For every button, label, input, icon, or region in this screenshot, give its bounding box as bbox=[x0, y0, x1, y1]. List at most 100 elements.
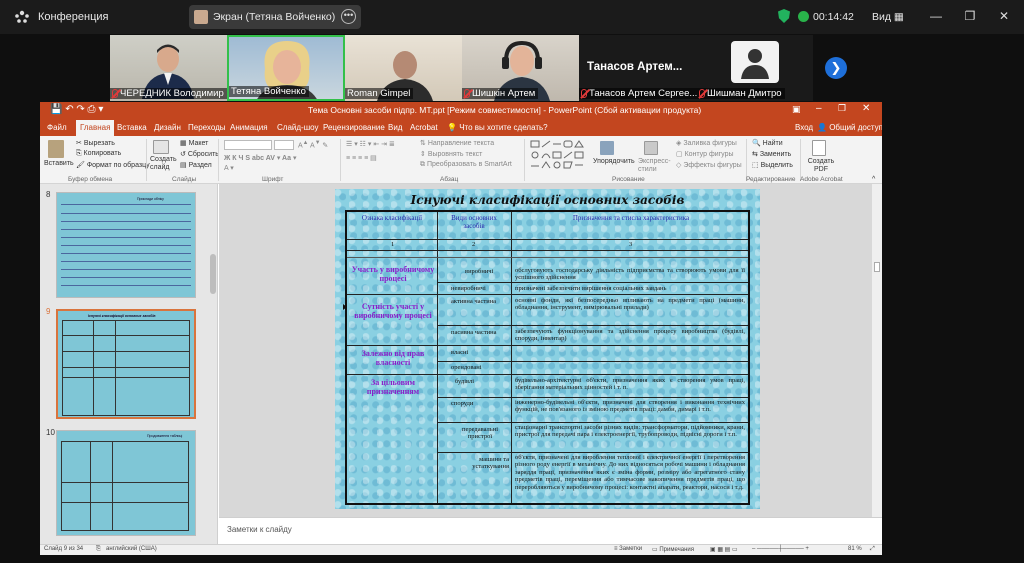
layout-button[interactable]: ▦ Макет bbox=[180, 139, 208, 147]
video-tile[interactable]: Roman Gimpel bbox=[345, 35, 462, 101]
asset-description: інженерно-будівельні об'єкти, призначені… bbox=[515, 399, 745, 414]
tab-review[interactable]: Рецензирование bbox=[323, 123, 385, 132]
tab-animations[interactable]: Анимация bbox=[230, 123, 268, 132]
asset-type: пасивна частина bbox=[451, 329, 497, 336]
thumbnail-rule bbox=[61, 221, 191, 222]
tab-transitions[interactable]: Переходы bbox=[188, 123, 226, 132]
reset-button[interactable]: ↺ Сбросить bbox=[180, 150, 219, 158]
font-color-button[interactable]: A ▾ bbox=[224, 164, 234, 172]
tab-file[interactable]: Файл bbox=[47, 123, 67, 132]
paste-button[interactable]: Вставить bbox=[44, 160, 74, 167]
new-slide-icon[interactable] bbox=[153, 140, 169, 154]
participant-display-name: Танасов Артем... bbox=[587, 61, 683, 73]
spellcheck-icon[interactable]: ⎘ bbox=[96, 546, 101, 553]
zoom-slider[interactable]: – ─────┼───── + bbox=[752, 546, 809, 552]
tab-view[interactable]: Вид bbox=[388, 123, 402, 132]
close-icon[interactable]: ✕ bbox=[996, 8, 1012, 24]
separator bbox=[340, 139, 341, 181]
layout-label: Макет bbox=[188, 140, 209, 147]
video-tile[interactable]: ЧЕРЕДНИК Володимир bbox=[110, 35, 227, 101]
more-options-icon[interactable]: ••• bbox=[341, 9, 356, 24]
list-buttons[interactable]: ☰ ▾ ☷ ▾ ⇤ ⇥ ≣ bbox=[346, 140, 395, 148]
shape-effects-button[interactable]: ◇ Эффекты фигуры bbox=[676, 161, 742, 169]
share-button[interactable]: 👤 Общий доступ bbox=[817, 123, 882, 132]
table-row-line bbox=[437, 422, 748, 423]
tab-insert[interactable]: Вставка bbox=[117, 123, 147, 132]
align-text-button[interactable]: ⇕ Выровнять текст bbox=[420, 150, 482, 158]
tab-design[interactable]: Дизайн bbox=[154, 123, 181, 132]
tab-acrobat[interactable]: Acrobat bbox=[410, 123, 438, 132]
reset-label: Сбросить bbox=[187, 151, 219, 158]
text-direction-button[interactable]: ⇅ Направление текста bbox=[420, 139, 494, 147]
shape-fill-button[interactable]: ◈ Заливка фигуры bbox=[676, 139, 737, 147]
format-painter-button[interactable]: 🖌 Формат по образцу bbox=[76, 161, 150, 169]
font-name-field[interactable] bbox=[224, 140, 272, 150]
thumbnail-table bbox=[61, 441, 189, 531]
next-page-arrow-icon[interactable]: ❯ bbox=[825, 57, 847, 79]
zoom-level[interactable]: 81 % bbox=[848, 546, 862, 552]
meeting-timer: 00:14:42 bbox=[813, 11, 854, 23]
security-shield-icon[interactable] bbox=[778, 9, 790, 23]
participant-name-text: Шишкін Артем bbox=[472, 88, 536, 99]
screen-share-indicator[interactable]: Экран (Тетяна Войченко) ••• bbox=[189, 5, 361, 29]
view-menu-button[interactable]: Вид ▦ bbox=[872, 11, 904, 23]
arrange-icon[interactable] bbox=[600, 141, 614, 155]
find-button[interactable]: 🔍 Найти bbox=[752, 139, 783, 147]
video-tile-active-speaker[interactable]: Тетяна Войченко bbox=[227, 35, 345, 101]
restore-icon[interactable]: ❐ bbox=[962, 8, 978, 24]
font-size-buttons[interactable]: A▲ A▼ ✎ bbox=[298, 140, 328, 149]
font-size-field[interactable] bbox=[274, 140, 294, 150]
language-indicator[interactable]: английский (США) bbox=[106, 546, 157, 552]
smartart-button[interactable]: ⧉ Преобразовать в SmartArt bbox=[420, 161, 512, 169]
comments-button[interactable]: ▭ Примечания bbox=[652, 546, 694, 553]
arrange-button[interactable]: Упорядочить bbox=[593, 158, 635, 165]
quick-styles-icon[interactable] bbox=[644, 141, 658, 155]
shape-outline-button[interactable]: ▢ Контур фигуры bbox=[676, 150, 734, 158]
collapse-ribbon-icon[interactable]: ^ bbox=[872, 176, 875, 183]
ppt-close-icon[interactable]: ✕ bbox=[862, 103, 870, 114]
align-buttons[interactable]: ≡ ≡ ≡ ≡ ▤ bbox=[346, 154, 377, 162]
ppt-minimize-icon[interactable]: – bbox=[816, 103, 822, 114]
current-slide[interactable]: Існуючі класифікації основних засобів Оз… bbox=[335, 189, 760, 509]
sign-in-link[interactable]: Вход bbox=[795, 123, 813, 132]
slide-thumbnail-8[interactable]: Приклади обліку bbox=[56, 192, 196, 298]
video-tile-no-video[interactable]: Шишман Дмитро bbox=[697, 35, 813, 101]
notes-pane[interactable]: Заметки к слайду bbox=[219, 517, 882, 544]
copy-button[interactable]: ⎘ Копировать bbox=[76, 150, 121, 158]
tab-home[interactable]: Главная bbox=[76, 120, 115, 136]
category-label: За цільовим призначенням bbox=[366, 378, 420, 396]
view-buttons[interactable]: ▣ ▦ ▤ ▭ bbox=[710, 546, 738, 553]
ribbon-display-options-icon[interactable]: ▣ bbox=[792, 104, 801, 115]
ppt-restore-icon[interactable]: ❐ bbox=[838, 103, 846, 114]
minimize-icon[interactable]: — bbox=[928, 8, 944, 24]
group-slides: Слайды bbox=[172, 176, 197, 183]
scroll-thumb[interactable] bbox=[874, 262, 880, 272]
create-pdf-button[interactable]: Создать PDF bbox=[806, 158, 836, 174]
replace-button[interactable]: ⇆ Заменить bbox=[752, 150, 791, 158]
tell-me-search[interactable]: 💡 Что вы хотите сделать? bbox=[447, 123, 548, 132]
tab-slideshow[interactable]: Слайд-шоу bbox=[277, 123, 318, 132]
zoom-top-bar: Конференция Экран (Тетяна Войченко) ••• … bbox=[0, 0, 1024, 34]
notes-toggle-button[interactable]: ≡ Заметки bbox=[614, 546, 642, 552]
table-row-line bbox=[347, 374, 748, 375]
participant-name-text: Roman Gimpel bbox=[347, 88, 411, 99]
cut-button[interactable]: ✂ Вырезать bbox=[76, 139, 115, 147]
new-slide-button[interactable]: Создать слайд bbox=[150, 156, 177, 172]
slide-thumbnail-10[interactable]: Продовження таблиці bbox=[56, 430, 196, 536]
editor-vertical-scrollbar[interactable] bbox=[872, 184, 882, 517]
section-button[interactable]: ▤ Раздел bbox=[180, 161, 212, 169]
fit-slide-icon[interactable]: ⤢ bbox=[870, 546, 875, 553]
paste-icon[interactable] bbox=[48, 140, 64, 158]
select-button[interactable]: ⬚ Выделить bbox=[752, 161, 793, 169]
video-tile-no-video[interactable]: Танасов Артем... Танасов Артем Сергее... bbox=[579, 35, 697, 101]
table-column-number: 2 bbox=[472, 241, 476, 248]
quick-access-toolbar[interactable]: 💾 ↶ ↷ ⎙ ▾ bbox=[50, 104, 103, 115]
video-tile[interactable]: Шишкін Артем bbox=[462, 35, 579, 101]
font-style-buttons[interactable]: Ж К Ч S abc AV ▾ Aa ▾ bbox=[224, 154, 296, 162]
thumbnails-scrollbar[interactable] bbox=[210, 254, 216, 294]
shapes-gallery-icon[interactable] bbox=[530, 140, 590, 170]
pdf-icon[interactable] bbox=[812, 140, 826, 156]
slide-thumbnail-9-selected[interactable]: Існуючі класифікації основних засобів bbox=[56, 309, 196, 419]
table-row-line bbox=[347, 250, 748, 251]
quick-styles-button[interactable]: Экспресс-стили bbox=[638, 158, 672, 174]
